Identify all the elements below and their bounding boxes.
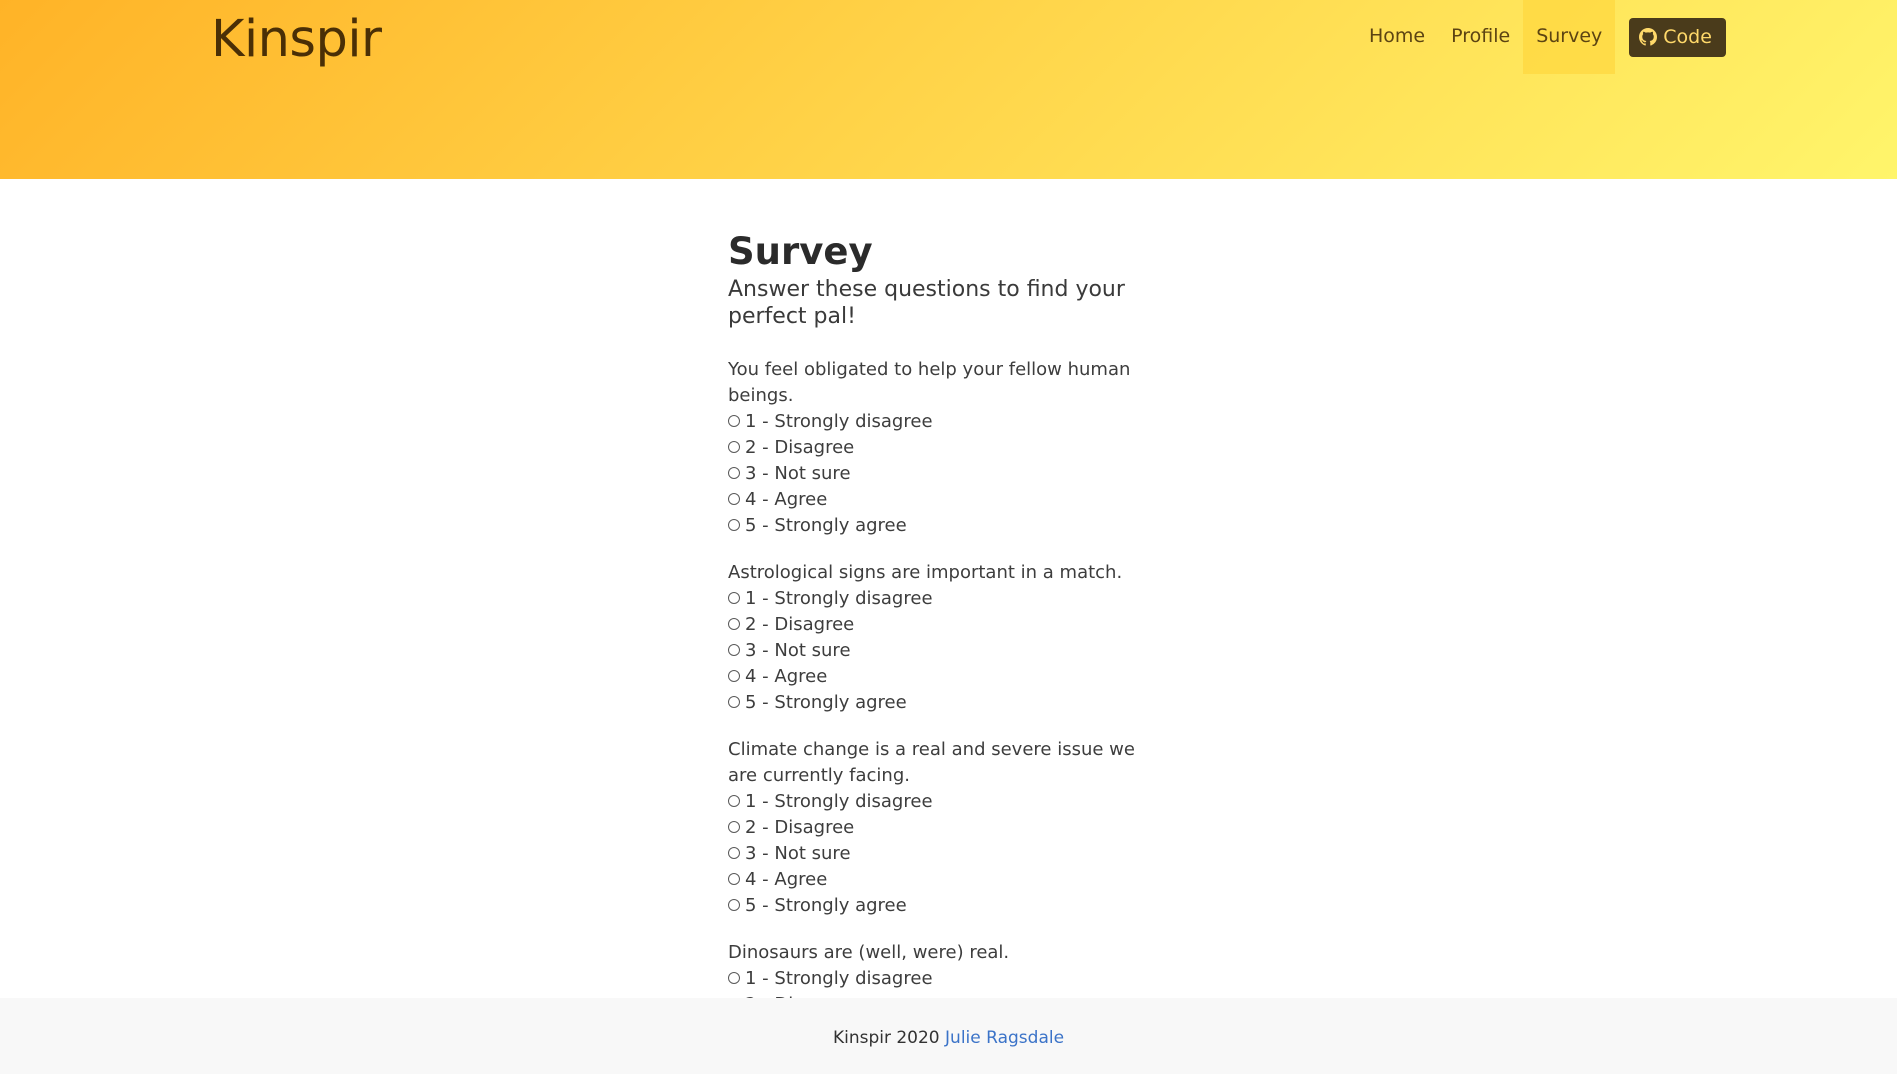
option-label: 5 - Strongly agree (745, 895, 907, 916)
brand-logo[interactable]: Kinspir (211, 5, 382, 75)
radio-button[interactable] (728, 847, 740, 859)
radio-button[interactable] (728, 441, 740, 453)
answer-option[interactable]: 3 - Not sure (728, 461, 1168, 487)
answer-option[interactable]: 5 - Strongly agree (728, 690, 1168, 716)
author-link[interactable]: Julie Ragsdale (945, 1028, 1064, 1048)
answer-option[interactable]: 2 - Disagree (728, 815, 1168, 841)
radio-button[interactable] (728, 899, 740, 911)
answer-option[interactable]: 1 - Strongly disagree (728, 966, 1168, 992)
github-icon (1639, 28, 1658, 46)
answer-option[interactable]: 1 - Strongly disagree (728, 409, 1168, 435)
nav-item-profile[interactable]: Profile (1438, 0, 1523, 74)
code-button-label: Code (1663, 25, 1712, 48)
option-label: 3 - Not sure (745, 843, 851, 864)
radio-button[interactable] (728, 493, 740, 505)
option-label: 3 - Not sure (745, 640, 851, 661)
question-3: Climate change is a real and severe issu… (728, 737, 1168, 919)
option-label: 5 - Strongly agree (745, 515, 907, 536)
radio-button[interactable] (728, 415, 740, 427)
answer-option[interactable]: 5 - Strongly agree (728, 893, 1168, 919)
radio-button[interactable] (728, 696, 740, 708)
option-label: 1 - Strongly disagree (745, 411, 933, 432)
footer-text: Kinspir 2020 (832, 1028, 940, 1048)
radio-button[interactable] (728, 670, 740, 682)
option-label: 3 - Not sure (745, 463, 851, 484)
option-label: 1 - Strongly disagree (745, 588, 933, 609)
answer-option[interactable]: 2 - Disagree (728, 435, 1168, 461)
question-text: Dinosaurs are (well, were) real. (728, 942, 1010, 963)
radio-button[interactable] (728, 795, 740, 807)
option-label: 2 - Disagree (745, 817, 855, 838)
radio-button[interactable] (728, 618, 740, 630)
page-title: Survey (728, 230, 873, 273)
answer-option[interactable]: 4 - Agree (728, 487, 1168, 513)
answer-option[interactable]: 2 - Disagree (728, 612, 1168, 638)
radio-button[interactable] (728, 644, 740, 656)
option-label: 4 - Agree (745, 489, 828, 510)
page-subtitle: Answer these questions to find your perf… (728, 277, 1125, 329)
survey-form: Survey Answer these questions to find yo… (728, 228, 1168, 1039)
radio-button[interactable] (728, 972, 740, 984)
answer-option[interactable]: 3 - Not sure (728, 841, 1168, 867)
question-text: Astrological signs are important in a ma… (728, 562, 1123, 583)
answer-option[interactable]: 4 - Agree (728, 867, 1168, 893)
option-label: 5 - Strongly agree (745, 692, 907, 713)
radio-button[interactable] (728, 592, 740, 604)
nav-item-home[interactable]: Home (1356, 0, 1438, 74)
nav-item-survey[interactable]: Survey (1523, 0, 1616, 74)
radio-button[interactable] (728, 467, 740, 479)
question-1: You feel obligated to help your fellow h… (728, 357, 1168, 539)
answer-option[interactable]: 4 - Agree (728, 664, 1168, 690)
radio-button[interactable] (728, 873, 740, 885)
option-label: 4 - Agree (745, 869, 828, 890)
option-label: 2 - Disagree (745, 437, 855, 458)
option-label: 4 - Agree (745, 666, 828, 687)
radio-button[interactable] (728, 519, 740, 531)
question-text: You feel obligated to help your fellow h… (728, 359, 1131, 406)
page-footer: Kinspir 2020 Julie Ragsdale (0, 998, 1897, 1074)
code-button[interactable]: Code (1629, 17, 1726, 57)
header-banner: Kinspir Home Profile Survey Code (0, 0, 1897, 179)
answer-option[interactable]: 5 - Strongly agree (728, 513, 1168, 539)
radio-button[interactable] (728, 821, 740, 833)
option-label: 1 - Strongly disagree (745, 968, 933, 989)
top-nav: Home Profile Survey Code (1356, 0, 1726, 74)
question-2: Astrological signs are important in a ma… (728, 560, 1168, 716)
question-text: Climate change is a real and severe issu… (728, 739, 1135, 786)
answer-option[interactable]: 3 - Not sure (728, 638, 1168, 664)
answer-option[interactable]: 1 - Strongly disagree (728, 586, 1168, 612)
option-label: 2 - Disagree (745, 614, 855, 635)
option-label: 1 - Strongly disagree (745, 791, 933, 812)
answer-option[interactable]: 1 - Strongly disagree (728, 789, 1168, 815)
